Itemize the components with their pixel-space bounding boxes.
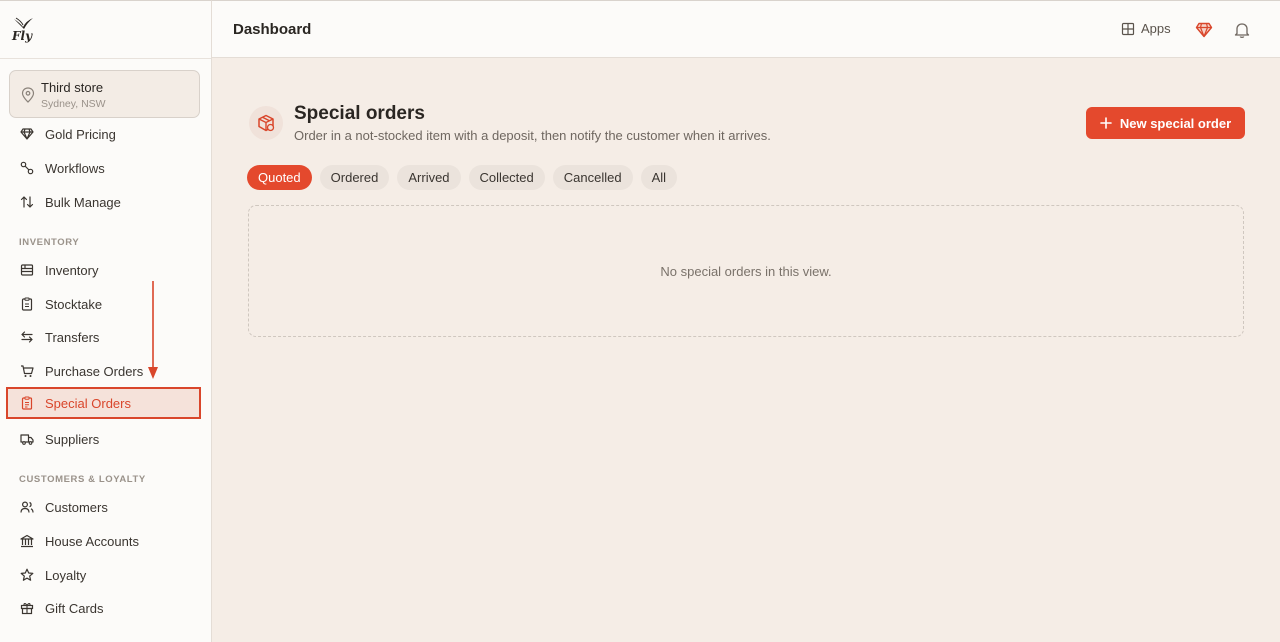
sidebar-item-loyalty[interactable]: Loyalty: [6, 559, 201, 591]
bell-icon[interactable]: [1234, 21, 1250, 39]
tab-collected[interactable]: Collected: [468, 165, 545, 190]
apps-label: Apps: [1141, 21, 1171, 36]
section-label-inventory: INVENTORY: [19, 237, 80, 248]
sidebar-item-gift-cards[interactable]: Gift Cards: [6, 592, 201, 624]
store-name: Third store: [41, 80, 104, 95]
sidebar-item-suppliers[interactable]: Suppliers: [6, 423, 201, 455]
gift-icon: [20, 601, 34, 615]
page-subtitle: Order in a not-stocked item with a depos…: [294, 128, 771, 143]
tab-cancelled[interactable]: Cancelled: [552, 165, 633, 190]
tab-arrived[interactable]: Arrived: [397, 165, 461, 190]
logo-text: Fly: [12, 29, 33, 43]
sidebar-item-label: Transfers: [45, 329, 100, 345]
boxes-icon: [20, 263, 34, 277]
page-title: Special orders: [294, 103, 425, 124]
sidebar-item-label: Customers: [45, 499, 108, 515]
apps-button[interactable]: Apps: [1121, 21, 1171, 36]
gem-icon[interactable]: [1195, 22, 1213, 38]
logo-area: Fly: [0, 1, 211, 59]
gem-icon: [20, 127, 34, 141]
sidebar: Fly Third store Sydney, NSW Gold Pricing…: [0, 0, 212, 642]
sidebar-item-special-orders[interactable]: Special Orders: [6, 387, 201, 419]
sidebar-item-house-accounts[interactable]: House Accounts: [6, 525, 201, 557]
clipboard-list-icon: [20, 396, 34, 410]
sidebar-item-workflows[interactable]: Workflows: [6, 152, 201, 184]
sidebar-item-label: Bulk Manage: [45, 194, 121, 210]
annotation-arrow: [148, 281, 158, 379]
tab-quoted[interactable]: Quoted: [247, 165, 312, 190]
bank-icon: [20, 534, 34, 548]
sidebar-item-label: Purchase Orders: [45, 363, 144, 379]
transfer-icon: [20, 330, 34, 344]
tab-all[interactable]: All: [640, 165, 678, 190]
star-icon: [20, 568, 34, 582]
sidebar-item-label: Gold Pricing: [45, 126, 116, 142]
sidebar-item-inventory[interactable]: Inventory: [6, 254, 201, 286]
sidebar-item-bulk-manage[interactable]: Bulk Manage: [6, 186, 201, 218]
sidebar-item-label: Special Orders: [45, 395, 131, 411]
new-special-order-button[interactable]: New special order: [1086, 107, 1245, 139]
sidebar-item-label: Inventory: [45, 262, 99, 278]
sidebar-item-transfers[interactable]: Transfers: [6, 321, 201, 353]
users-icon: [20, 500, 34, 514]
section-label-customers: CUSTOMERS & LOYALTY: [19, 474, 146, 485]
sidebar-item-label: Suppliers: [45, 431, 100, 447]
sidebar-item-label: Loyalty: [45, 567, 87, 583]
grid-icon: [1121, 22, 1135, 35]
map-pin-icon: [21, 87, 35, 103]
sidebar-item-label: Gift Cards: [45, 600, 104, 616]
clipboard-icon: [20, 297, 34, 311]
tab-ordered[interactable]: Ordered: [319, 165, 390, 190]
sidebar-item-label: Stocktake: [45, 296, 103, 312]
plus-icon: [1100, 117, 1112, 129]
sort-arrows-icon: [20, 195, 34, 209]
store-location: Sydney, NSW: [41, 98, 106, 110]
sidebar-item-stocktake[interactable]: Stocktake: [6, 288, 201, 320]
sidebar-item-customers[interactable]: Customers: [6, 491, 201, 523]
sidebar-item-label: Workflows: [45, 160, 105, 176]
sidebar-item-gold-pricing[interactable]: Gold Pricing: [6, 118, 201, 150]
sidebar-item-purchase-orders[interactable]: Purchase Orders: [6, 355, 201, 387]
special-order-icon: [249, 106, 283, 140]
new-special-order-label: New special order: [1119, 115, 1232, 131]
top-bar: Dashboard Apps: [212, 0, 1280, 58]
empty-state-message: No special orders in this view.: [660, 263, 832, 279]
cart-icon: [20, 364, 34, 378]
empty-state: No special orders in this view.: [248, 205, 1244, 337]
page-header-title: Dashboard: [233, 21, 312, 38]
status-tabs: Quoted Ordered Arrived Collected Cancell…: [247, 165, 678, 190]
store-selector[interactable]: Third store Sydney, NSW: [9, 70, 200, 118]
sidebar-item-label: House Accounts: [45, 533, 139, 549]
workflow-icon: [20, 161, 34, 175]
truck-icon: [20, 432, 34, 446]
